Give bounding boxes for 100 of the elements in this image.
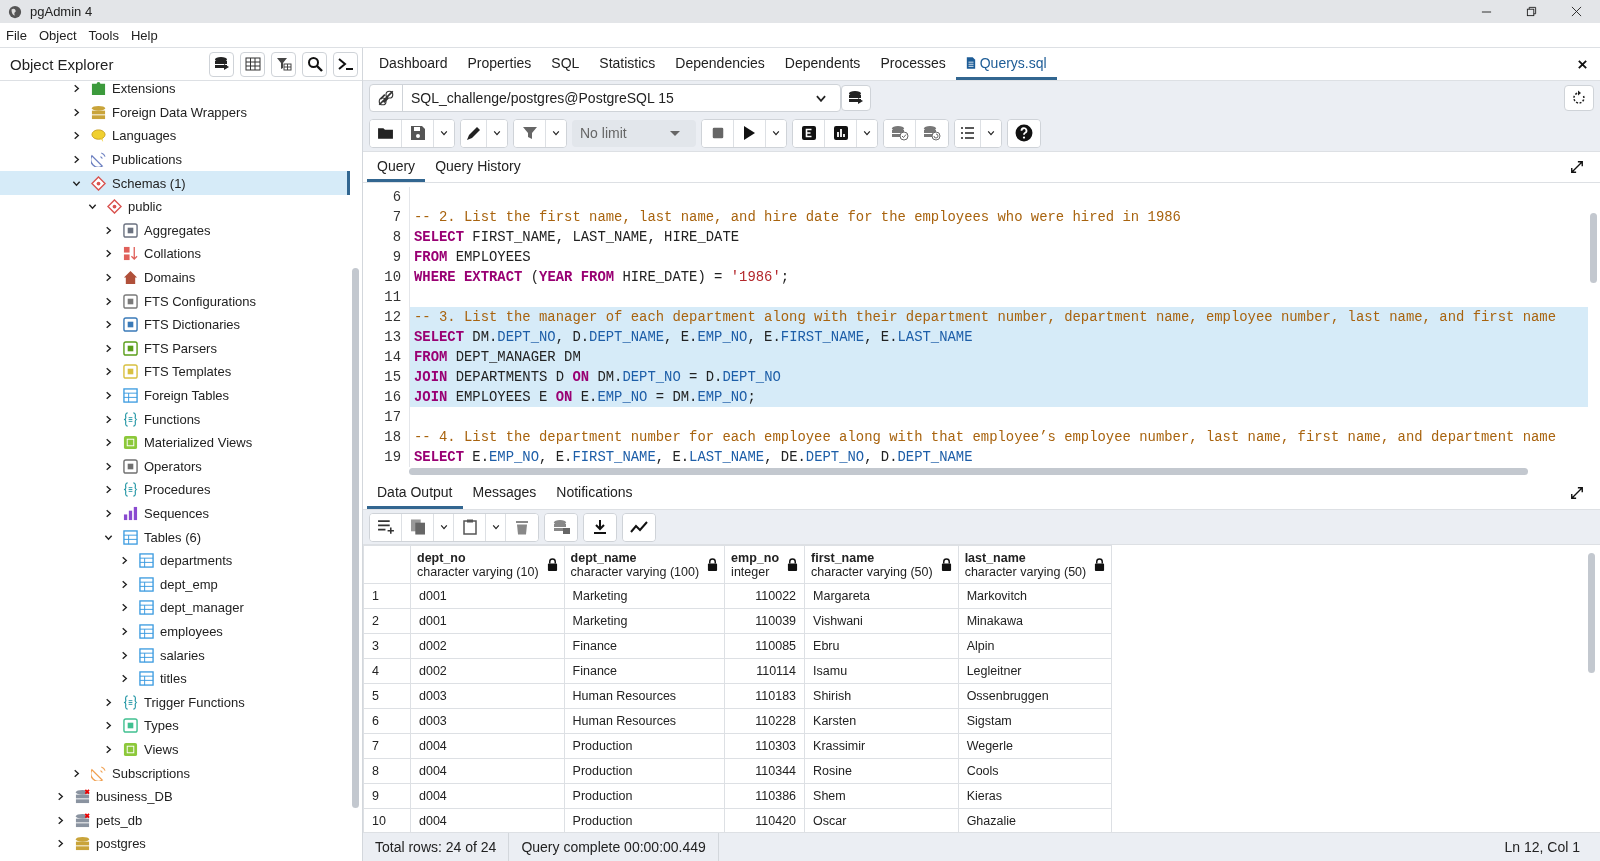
chevron-right-icon[interactable] [120, 579, 129, 589]
filter-table-button[interactable] [271, 51, 296, 77]
edit-button[interactable] [461, 119, 487, 147]
tab[interactable]: Dependencies [665, 48, 775, 80]
chevron-right-icon[interactable] [104, 485, 113, 495]
tree-item[interactable]: Views [0, 737, 350, 762]
save-data-button[interactable] [545, 513, 577, 541]
chevron-right-icon[interactable] [104, 697, 113, 707]
limit-select[interactable]: No limit [572, 119, 696, 147]
filter-button[interactable] [514, 119, 546, 147]
tab[interactable]: Properties [457, 48, 542, 80]
close-icon[interactable] [1571, 6, 1582, 17]
chevron-right-icon[interactable] [104, 273, 113, 283]
view-data-button[interactable] [240, 51, 265, 77]
chevron-right-icon[interactable] [56, 815, 65, 825]
scrollbar-thumb[interactable] [352, 268, 359, 808]
chevron-right-icon[interactable] [72, 155, 81, 165]
chevron-right-icon[interactable] [104, 438, 113, 448]
tree-item[interactable]: Materialized Views [0, 430, 350, 455]
stop-button[interactable] [702, 119, 734, 147]
tab[interactable]: Query [367, 152, 426, 182]
tab[interactable]: Query History [425, 152, 531, 182]
chevron-right-icon[interactable] [72, 131, 81, 141]
chevron-right-icon[interactable] [72, 768, 81, 778]
explain-button[interactable] [793, 119, 825, 147]
chevron-right-icon[interactable] [104, 744, 113, 754]
download-button[interactable] [584, 513, 616, 541]
tree-item[interactable]: Sequences [0, 501, 350, 526]
tree-item[interactable]: Functions [0, 407, 350, 431]
macros-button[interactable] [955, 119, 981, 147]
close-icon[interactable] [1577, 58, 1588, 70]
chevron-right-icon[interactable] [104, 320, 113, 330]
chevron-right-icon[interactable] [120, 674, 129, 684]
tree-item[interactable]: dept_emp [0, 572, 350, 597]
tree-item[interactable]: Languages [0, 124, 350, 148]
new-connection-button[interactable] [841, 85, 871, 111]
tree-item[interactable]: Trigger Functions [0, 690, 350, 715]
connection-select[interactable]: SQL_challenge/postgres@PostgreSQL 15 [369, 84, 841, 112]
add-row-button[interactable] [370, 513, 402, 541]
tree-item[interactable]: departments [0, 548, 350, 573]
scrollbar-thumb[interactable] [1590, 213, 1597, 283]
tab[interactable]: Messages [462, 477, 547, 509]
tree-item[interactable]: Foreign Data Wrappers [0, 100, 350, 125]
expand-icon[interactable] [1570, 160, 1584, 174]
chevron-right-icon[interactable] [104, 343, 113, 353]
chevron-right-icon[interactable] [72, 107, 81, 117]
tree-item[interactable]: titles [0, 666, 350, 691]
commit-button[interactable] [884, 119, 916, 147]
tree-item[interactable]: Types [0, 714, 350, 738]
tree-item[interactable]: Foreign Tables [0, 383, 350, 408]
tree-item[interactable]: postgres [0, 832, 350, 856]
tree-item[interactable]: FTS Dictionaries [0, 312, 350, 337]
expand-icon[interactable] [1570, 486, 1584, 500]
tree-item[interactable]: FTS Configurations [0, 289, 350, 313]
chevron-right-icon[interactable] [104, 391, 113, 400]
help-button[interactable] [1008, 119, 1040, 147]
column-header[interactable]: dept_name character varying (100) [564, 545, 725, 584]
tree-item[interactable]: Subscriptions [0, 761, 350, 785]
tree-item[interactable]: FTS Templates [0, 360, 350, 384]
minimize-icon[interactable] [1481, 10, 1492, 13]
tree-item[interactable]: Schemas (1) [0, 171, 350, 195]
chevron-right-icon[interactable] [104, 721, 113, 731]
tree-item[interactable]: pets_db [0, 808, 350, 832]
tree-item[interactable]: Publications [0, 147, 350, 172]
chevron-right-icon[interactable] [56, 792, 65, 802]
tab[interactable]: Processes [870, 48, 956, 80]
query-tool-button[interactable] [209, 51, 234, 77]
chevron-right-icon[interactable] [104, 249, 113, 259]
chevron-right-icon[interactable] [120, 556, 129, 566]
chevron-right-icon[interactable] [104, 509, 113, 518]
chevron-down-icon[interactable] [88, 202, 97, 212]
refresh-button[interactable] [1564, 85, 1594, 111]
column-header[interactable]: first_name character varying (50) [804, 545, 959, 584]
scrollbar-thumb[interactable] [409, 468, 1528, 475]
chevron-right-icon[interactable] [104, 367, 113, 377]
tree-item[interactable]: FTS Parsers [0, 336, 350, 361]
tab[interactable]: SQL [541, 48, 590, 80]
menu-item[interactable]: File [6, 27, 27, 43]
chevron-right-icon[interactable] [104, 414, 113, 424]
chevron-right-icon[interactable] [72, 84, 81, 94]
tree-item[interactable]: dept_manager [0, 596, 350, 620]
column-header[interactable]: dept_no character varying (10) [410, 545, 565, 584]
column-header[interactable]: last_name character varying (50) [958, 545, 1112, 584]
menu-item[interactable]: Tools [88, 27, 119, 43]
scrollbar-thumb[interactable] [1588, 553, 1595, 673]
tree-item[interactable]: Aggregates [0, 218, 350, 243]
graph-button[interactable] [623, 513, 655, 541]
search-button[interactable] [302, 51, 327, 77]
tree-item[interactable]: employees [0, 619, 350, 644]
menu-item[interactable]: Help [130, 27, 158, 43]
column-header[interactable]: emp_no integer [724, 545, 805, 584]
chevron-right-icon[interactable] [104, 296, 113, 306]
tab[interactable]: Statistics [589, 48, 666, 80]
open-file-button[interactable] [370, 119, 402, 147]
restore-icon[interactable] [1526, 6, 1537, 17]
tree-item[interactable]: Tables (6) [0, 525, 350, 549]
tree-item[interactable]: Operators [0, 454, 350, 479]
chevron-right-icon[interactable] [104, 461, 113, 471]
tree-item[interactable]: Procedures [0, 478, 350, 502]
chevron-right-icon[interactable] [56, 839, 65, 849]
